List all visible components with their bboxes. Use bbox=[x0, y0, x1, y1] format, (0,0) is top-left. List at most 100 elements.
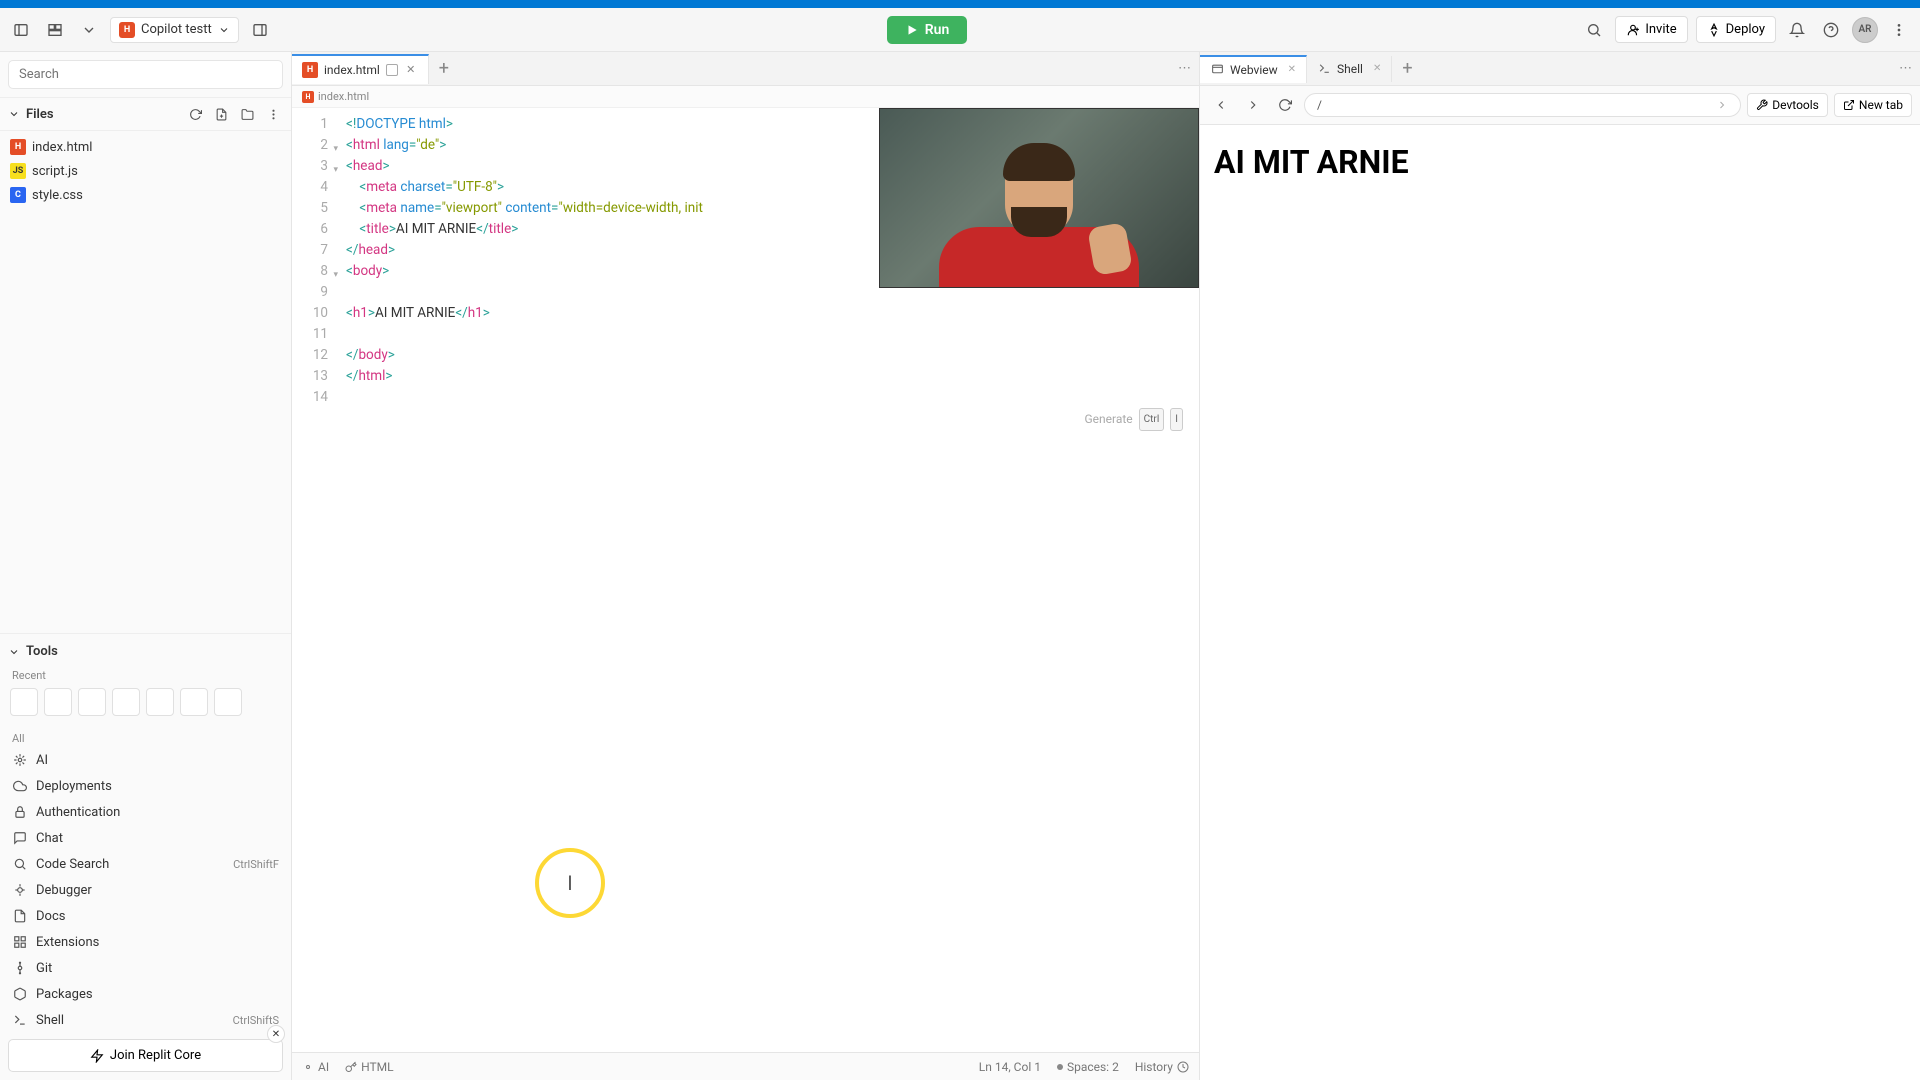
search-input[interactable] bbox=[8, 60, 283, 89]
lock-icon bbox=[12, 804, 28, 820]
tool-item-packages[interactable]: Packages bbox=[8, 981, 283, 1007]
close-tab-icon[interactable]: ✕ bbox=[1288, 64, 1296, 75]
panel-left-icon[interactable] bbox=[8, 17, 34, 43]
dirty-indicator bbox=[386, 64, 398, 76]
shell-icon bbox=[12, 1012, 28, 1028]
recent-tool[interactable] bbox=[78, 688, 106, 716]
status-bar: AI HTML Ln 14, Col 1 Spaces: 2 History bbox=[292, 1052, 1199, 1080]
sync-icon[interactable] bbox=[185, 104, 205, 124]
new-tab-button[interactable]: New tab bbox=[1834, 93, 1912, 117]
run-button[interactable]: Run bbox=[887, 16, 968, 44]
file-item[interactable]: JSscript.js bbox=[0, 159, 291, 183]
ext-icon bbox=[12, 934, 28, 950]
deploy-label: Deploy bbox=[1726, 22, 1765, 37]
close-tab-icon[interactable]: ✕ bbox=[404, 63, 418, 77]
recent-tool[interactable] bbox=[44, 688, 72, 716]
tool-item-authentication[interactable]: Authentication bbox=[8, 799, 283, 825]
sidebar: Files Hindex.htmlJSscript.jsCstyle.css T… bbox=[0, 52, 292, 1080]
status-spaces[interactable]: Spaces: 2 bbox=[1057, 1060, 1119, 1074]
file-name: style.css bbox=[32, 188, 83, 203]
panel-right-icon[interactable] bbox=[247, 17, 273, 43]
html-icon: H bbox=[119, 22, 135, 38]
new-folder-icon[interactable] bbox=[237, 104, 257, 124]
status-ai[interactable]: AI bbox=[302, 1060, 329, 1074]
tool-item-code-search[interactable]: Code Search CtrlShiftF bbox=[8, 851, 283, 877]
webcam-overlay bbox=[879, 108, 1199, 288]
ai-icon bbox=[12, 752, 28, 768]
tool-item-chat[interactable]: Chat bbox=[8, 825, 283, 851]
tool-label: Git bbox=[36, 961, 52, 976]
more-icon[interactable] bbox=[1886, 17, 1912, 43]
preview-pane: Webview ✕ Shell ✕ + ⋯ / bbox=[1200, 52, 1920, 1080]
pkg-icon bbox=[12, 986, 28, 1002]
join-core-button[interactable]: Join Replit Core bbox=[8, 1039, 283, 1072]
tool-item-git[interactable]: Git bbox=[8, 955, 283, 981]
url-bar[interactable]: / bbox=[1304, 93, 1741, 117]
chevron-down-icon[interactable] bbox=[76, 17, 102, 43]
back-icon[interactable] bbox=[1208, 92, 1234, 118]
status-history[interactable]: History bbox=[1135, 1060, 1189, 1074]
shortcut: CtrlShiftF bbox=[233, 858, 279, 871]
tab-more-icon[interactable]: ⋯ bbox=[1891, 61, 1920, 76]
shell-icon bbox=[1317, 62, 1331, 76]
tools-header[interactable]: Tools bbox=[8, 640, 283, 663]
bell-icon[interactable] bbox=[1784, 17, 1810, 43]
webview-toolbar: / Devtools New tab bbox=[1200, 86, 1920, 125]
tab-more-icon[interactable]: ⋯ bbox=[1170, 61, 1199, 76]
file-item[interactable]: Hindex.html bbox=[0, 135, 291, 159]
tool-item-shell[interactable]: ShellCtrlShiftS bbox=[8, 1007, 283, 1033]
invite-button[interactable]: Invite bbox=[1615, 16, 1687, 43]
recent-tool[interactable] bbox=[10, 688, 38, 716]
recent-tool[interactable] bbox=[180, 688, 208, 716]
upsell-label: Join Replit Core bbox=[110, 1048, 201, 1063]
avatar[interactable]: AR bbox=[1852, 17, 1878, 43]
tool-label: Code Search bbox=[36, 857, 109, 872]
cloud-icon bbox=[12, 778, 28, 794]
status-cursor[interactable]: Ln 14, Col 1 bbox=[979, 1060, 1041, 1074]
file-item[interactable]: Cstyle.css bbox=[0, 183, 291, 207]
tool-label: Authentication bbox=[36, 805, 120, 820]
recent-tool[interactable] bbox=[112, 688, 140, 716]
close-icon[interactable]: ✕ bbox=[267, 1025, 285, 1043]
preview-heading: AI MIT ARNIE bbox=[1214, 143, 1906, 181]
html-icon: H bbox=[302, 91, 314, 103]
layout-icon[interactable] bbox=[42, 17, 68, 43]
project-name: Copilot testt bbox=[141, 22, 212, 37]
devtools-button[interactable]: Devtools bbox=[1747, 93, 1828, 117]
run-label: Run bbox=[925, 22, 950, 38]
tab-shell[interactable]: Shell ✕ bbox=[1307, 56, 1392, 82]
recent-tools-row bbox=[8, 684, 283, 726]
help-icon[interactable] bbox=[1818, 17, 1844, 43]
tool-item-ai[interactable]: AI bbox=[8, 747, 283, 773]
deploy-button[interactable]: Deploy bbox=[1696, 16, 1776, 43]
webview-content[interactable]: AI MIT ARNIE bbox=[1200, 125, 1920, 1080]
recent-tool[interactable] bbox=[146, 688, 174, 716]
invite-label: Invite bbox=[1645, 22, 1676, 37]
tool-item-docs[interactable]: Docs bbox=[8, 903, 283, 929]
add-tab-button[interactable]: + bbox=[429, 58, 459, 79]
tool-item-extensions[interactable]: Extensions bbox=[8, 929, 283, 955]
add-tab-button[interactable]: + bbox=[1392, 58, 1422, 79]
app-header: H Copilot testt Run Invite Deploy bbox=[0, 8, 1920, 52]
file-icon: H bbox=[10, 139, 26, 155]
close-tab-icon[interactable]: ✕ bbox=[1373, 63, 1381, 74]
search-icon[interactable] bbox=[1581, 17, 1607, 43]
recent-tool[interactable] bbox=[214, 688, 242, 716]
generate-hint[interactable]: Generate Ctrl I bbox=[1084, 408, 1183, 431]
kebab-icon[interactable] bbox=[263, 104, 283, 124]
tool-label: Debugger bbox=[36, 883, 92, 898]
code-editor[interactable]: 12▾3▾45678▾91011121314 <!DOCTYPE html><h… bbox=[292, 108, 1199, 1052]
tool-item-debugger[interactable]: Debugger bbox=[8, 877, 283, 903]
breadcrumb[interactable]: H index.html bbox=[292, 86, 1199, 108]
reload-icon[interactable] bbox=[1272, 92, 1298, 118]
tool-item-deployments[interactable]: Deployments bbox=[8, 773, 283, 799]
status-lang[interactable]: HTML bbox=[345, 1060, 394, 1074]
tab-webview[interactable]: Webview ✕ bbox=[1200, 55, 1307, 83]
project-selector[interactable]: H Copilot testt bbox=[110, 17, 239, 43]
editor-pane: H index.html ✕ + ⋯ H index.html 12▾3▾456… bbox=[292, 52, 1200, 1080]
files-header[interactable]: Files bbox=[0, 97, 291, 131]
webview-icon bbox=[1210, 63, 1224, 77]
tab-index-html[interactable]: H index.html ✕ bbox=[292, 54, 429, 84]
new-file-icon[interactable] bbox=[211, 104, 231, 124]
forward-icon[interactable] bbox=[1240, 92, 1266, 118]
